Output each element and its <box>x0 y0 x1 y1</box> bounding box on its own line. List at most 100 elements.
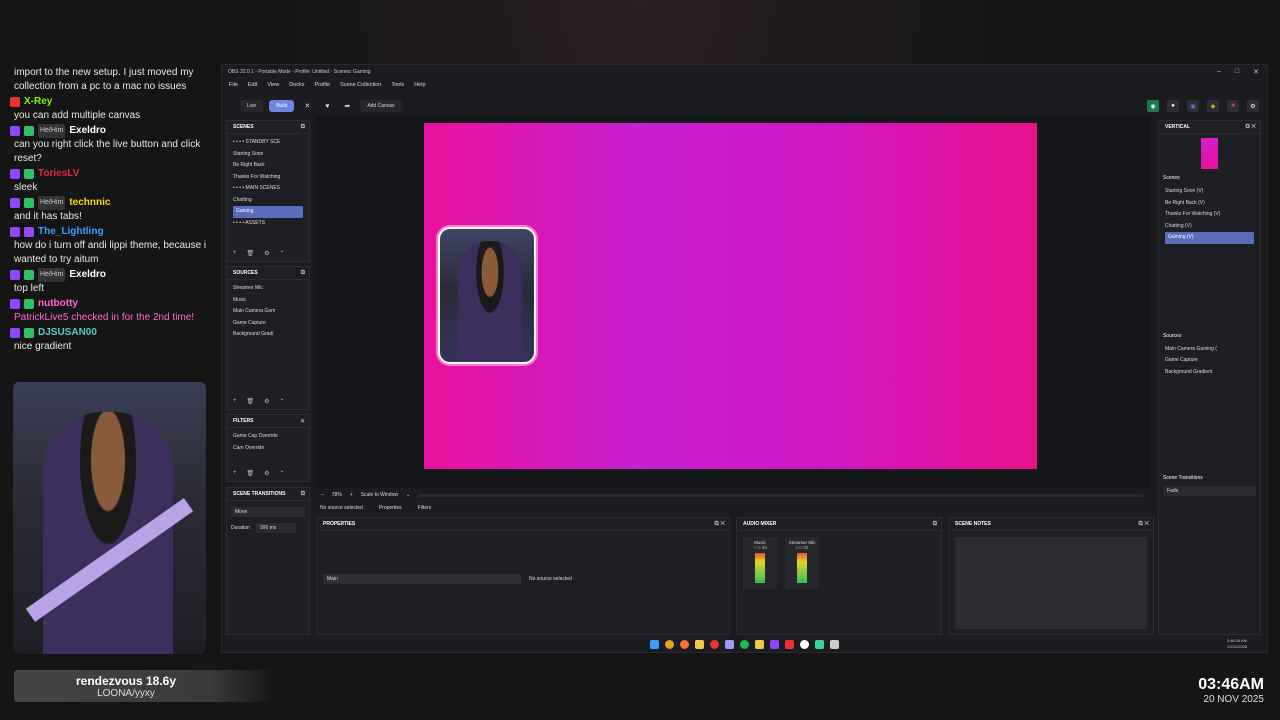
preview-canvas[interactable] <box>424 123 1037 469</box>
firefox-icon[interactable] <box>680 640 689 649</box>
vertical-scene-item[interactable]: Starting Soon (V) <box>1165 186 1254 198</box>
replay-icon[interactable]: ◆ <box>1207 100 1219 112</box>
canvas-select[interactable]: Main <box>323 574 521 584</box>
close-icon[interactable]: ⧉ ✕ <box>1245 124 1260 131</box>
zoom-out-icon[interactable]: – <box>321 492 324 498</box>
chat-username[interactable]: Exeldro <box>69 268 106 282</box>
chat-username[interactable]: X-Rey <box>24 95 52 109</box>
menu-help[interactable]: Help <box>414 82 425 88</box>
preview-scrollbar[interactable] <box>418 493 1143 497</box>
add-icon[interactable]: + <box>233 398 237 405</box>
filters-tab[interactable]: Filters <box>418 505 432 511</box>
scene-item[interactable]: Thanks For Watching <box>233 172 303 184</box>
chat-username[interactable]: nutbotty <box>38 297 78 311</box>
filter-item[interactable]: Game Cap Override <box>233 431 303 443</box>
up-icon[interactable]: ⌃ <box>280 470 285 477</box>
dock-float-icon[interactable]: ⧉ <box>301 270 309 277</box>
vertical-scene-item-selected[interactable]: Gaming (V) <box>1165 232 1254 244</box>
scene-item[interactable]: • • • • STANDBY SCE <box>233 137 303 149</box>
source-item[interactable]: Streamer Mic <box>233 283 303 295</box>
source-item[interactable]: Music <box>233 295 303 307</box>
gear-icon[interactable]: ⚙ <box>264 398 269 405</box>
vertical-source-item[interactable]: Main Camera Gaming ( <box>1165 344 1254 356</box>
dock-float-icon[interactable]: ⧉ <box>301 491 309 498</box>
close-icon[interactable]: ⧉ ✕ <box>714 521 729 528</box>
filter-item[interactable]: Cam Override <box>233 443 303 455</box>
gear-icon[interactable]: ⚙ <box>264 470 269 477</box>
menu-scene-collection[interactable]: Scene Collection <box>340 82 381 88</box>
vertical-preview[interactable] <box>1201 138 1218 169</box>
trash-icon[interactable]: 🗑 <box>247 470 255 477</box>
share-icon[interactable]: ➦ <box>340 102 354 110</box>
scene-item-selected[interactable]: Gaming <box>233 206 303 218</box>
menu-view[interactable]: View <box>267 82 279 88</box>
scene-item[interactable]: • • • • MAIN SCENES <box>233 183 303 195</box>
folder-icon[interactable] <box>695 640 704 649</box>
studio-mode-icon[interactable]: ■ <box>1227 100 1239 112</box>
scene-item[interactable]: Starting Soon <box>233 149 303 161</box>
stream-icon[interactable]: ◉ <box>1147 100 1159 112</box>
add-canvas-button[interactable]: Add Canvas <box>360 100 402 112</box>
source-item[interactable]: Main Camera Gam <box>233 306 303 318</box>
notes-textarea[interactable] <box>955 537 1147 629</box>
chat-username[interactable]: Exeldro <box>69 124 106 138</box>
vertical-source-item[interactable]: Background Gradient <box>1165 367 1254 379</box>
dock-float-icon[interactable]: ⧉ <box>933 521 941 528</box>
spotify-icon[interactable] <box>740 640 749 649</box>
obs-icon[interactable] <box>800 640 809 649</box>
close-icon[interactable]: ✕ <box>1253 68 1259 76</box>
trash-icon[interactable]: 🗑 <box>247 398 255 405</box>
menu-edit[interactable]: Edit <box>248 82 257 88</box>
virtual-cam-icon[interactable]: ▣ <box>1187 100 1199 112</box>
vertical-source-item[interactable]: Game Capture <box>1165 355 1254 367</box>
windows-start-icon[interactable] <box>650 640 659 649</box>
live-tab-button[interactable]: Live <box>240 100 264 112</box>
youtube-icon[interactable] <box>785 640 794 649</box>
vertical-scene-item[interactable]: Thanks For Watching (V) <box>1165 209 1254 221</box>
add-icon[interactable]: + <box>233 250 237 257</box>
app-icon[interactable] <box>830 640 839 649</box>
chevron-down-icon[interactable]: ⌄ <box>406 492 410 498</box>
tools-icon[interactable]: ✕ <box>300 102 314 110</box>
minimize-icon[interactable]: – <box>1217 68 1221 76</box>
dock-float-icon[interactable]: ⧉ <box>301 124 309 131</box>
vertical-transition-select[interactable]: Fade <box>1163 486 1256 496</box>
close-icon[interactable]: ✕ <box>300 418 309 425</box>
menu-file[interactable]: File <box>229 82 238 88</box>
trash-icon[interactable]: 🗑 <box>247 250 255 257</box>
settings-icon[interactable]: ⚙ <box>1247 100 1259 112</box>
record-icon[interactable]: ● <box>1167 100 1179 112</box>
maximize-icon[interactable]: □ <box>1235 68 1239 76</box>
camera-source-overlay[interactable] <box>438 227 536 364</box>
up-icon[interactable]: ⌃ <box>280 250 285 257</box>
vertical-scene-item[interactable]: Be Right Back (V) <box>1165 198 1254 210</box>
app-icon[interactable] <box>725 640 734 649</box>
close-icon[interactable]: ⧉ ✕ <box>1138 521 1153 528</box>
menu-tools[interactable]: Tools <box>391 82 404 88</box>
volume-meter[interactable] <box>797 553 807 583</box>
source-item[interactable]: Background Gradi <box>233 329 303 341</box>
app-icon[interactable] <box>755 640 764 649</box>
heart-icon[interactable]: ♥ <box>320 103 334 110</box>
scene-item[interactable]: • • • • ASSETS <box>233 218 303 230</box>
properties-tab[interactable]: Properties <box>379 505 402 511</box>
build-tab-button[interactable]: Build <box>269 100 295 112</box>
menu-profile[interactable]: Profile <box>314 82 330 88</box>
chat-username[interactable]: DJSUSAN00 <box>38 326 97 340</box>
menu-docks[interactable]: Docks <box>289 82 304 88</box>
vertical-scene-item[interactable]: Chatting (V) <box>1165 221 1254 233</box>
chrome-icon[interactable] <box>665 640 674 649</box>
app-icon[interactable] <box>710 640 719 649</box>
transition-select[interactable]: Move <box>231 507 305 517</box>
gear-icon[interactable]: ⚙ <box>264 250 269 257</box>
scale-select[interactable]: Scale to Window <box>361 492 398 498</box>
twitch-icon[interactable] <box>770 640 779 649</box>
duration-input[interactable]: 300 ms <box>255 523 296 533</box>
scene-item[interactable]: Be Right Back <box>233 160 303 172</box>
chat-username[interactable]: ToriesLV <box>38 167 79 181</box>
chat-username[interactable]: The_Lightling <box>38 225 104 239</box>
chat-username[interactable]: technnic <box>69 196 110 210</box>
volume-meter[interactable] <box>755 553 765 583</box>
app-icon[interactable] <box>815 640 824 649</box>
zoom-in-icon[interactable]: + <box>350 492 353 498</box>
